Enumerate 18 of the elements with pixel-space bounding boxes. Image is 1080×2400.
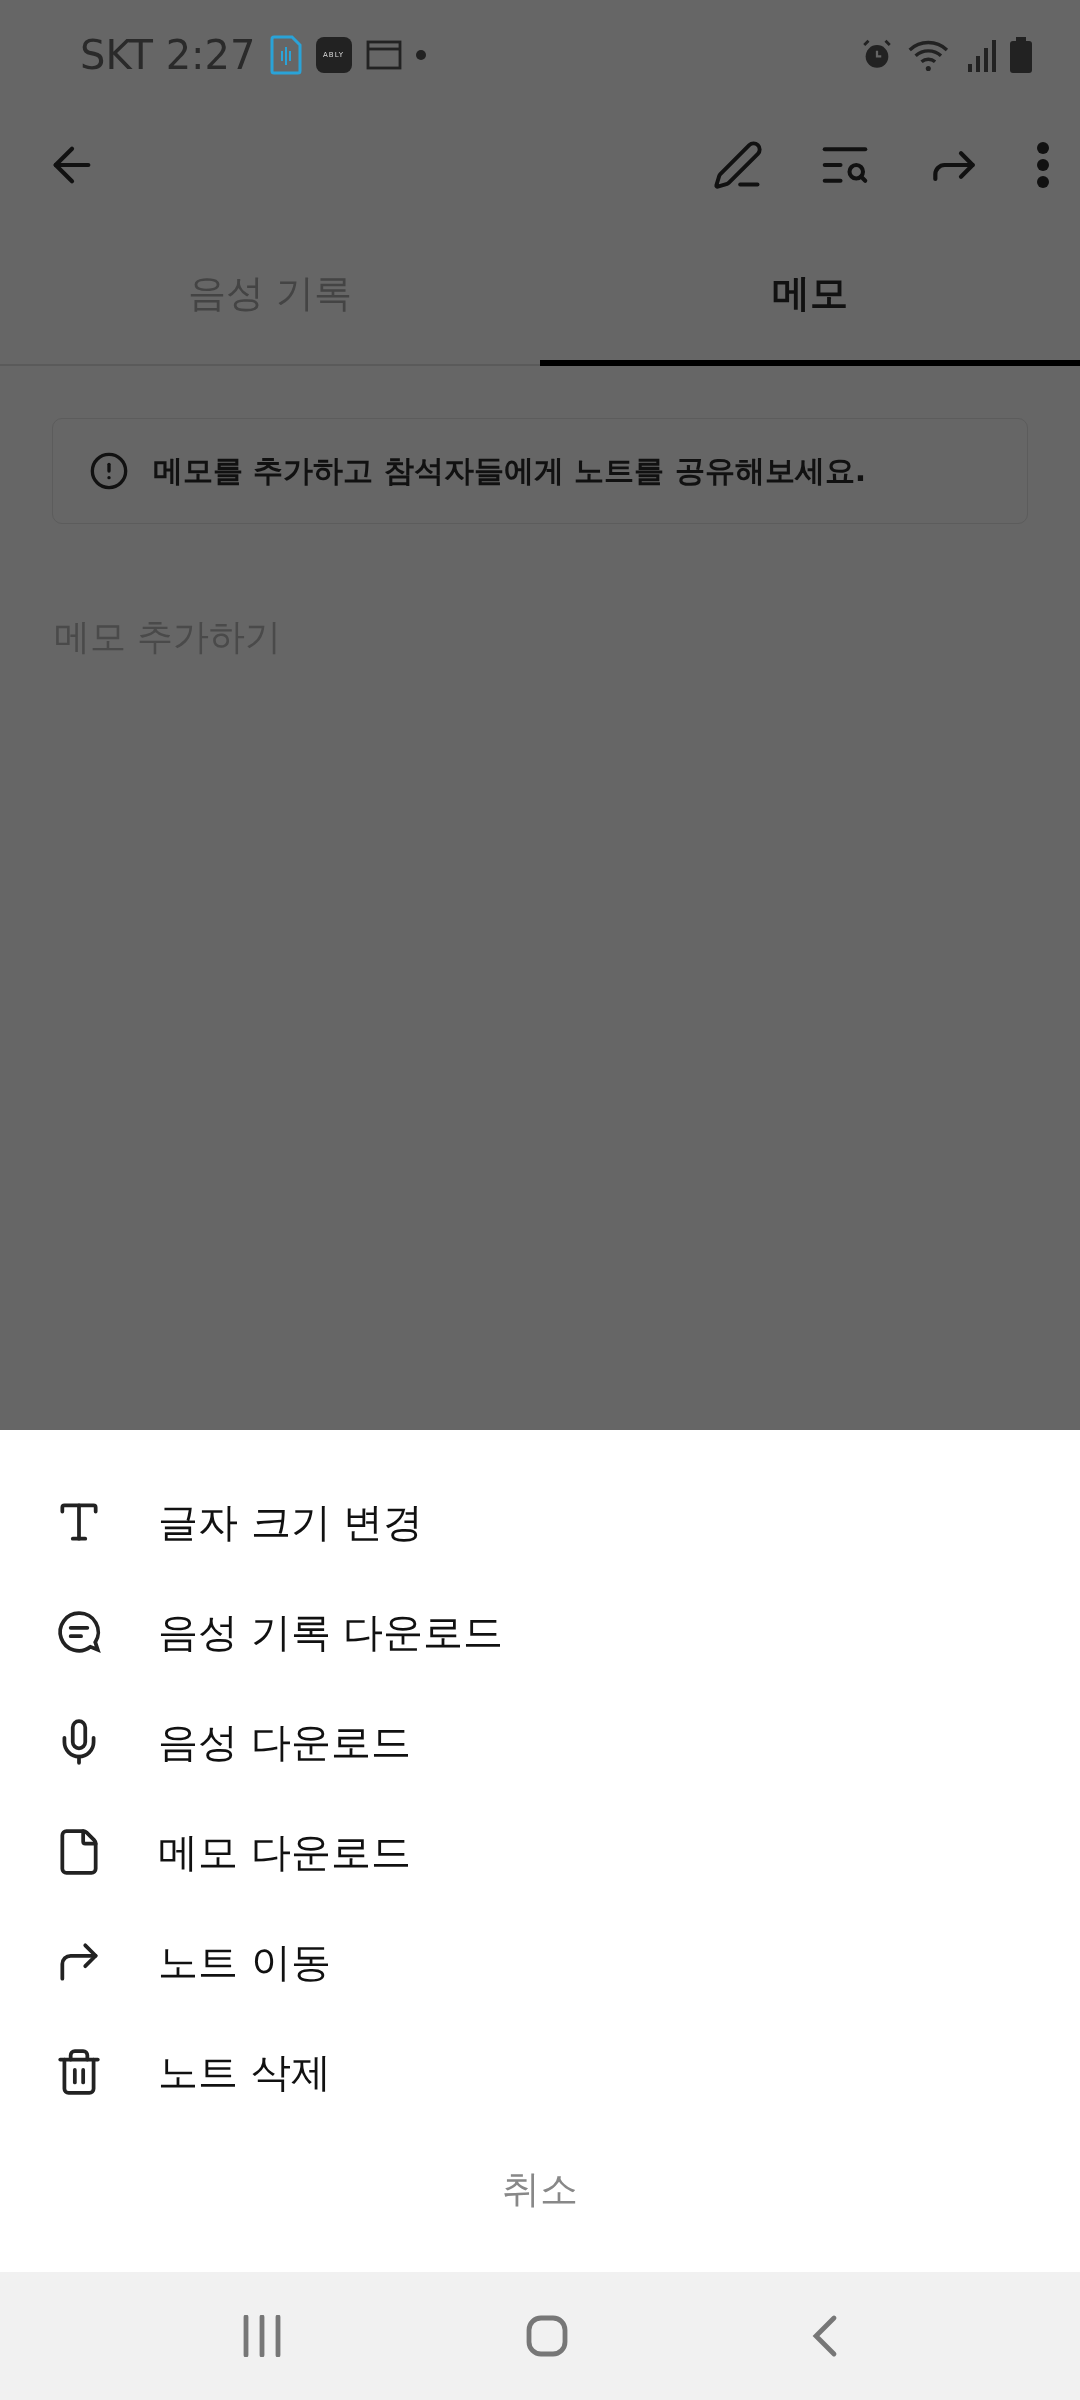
menu-item[interactable]: 글자 크기 변경 bbox=[0, 1467, 1080, 1577]
menu-item[interactable]: 음성 기록 다운로드 bbox=[0, 1577, 1080, 1687]
edit-button[interactable] bbox=[712, 139, 764, 191]
carrier-time: SKT 2:27 bbox=[80, 32, 256, 78]
dot-icon bbox=[415, 50, 426, 60]
menu-item[interactable]: 노트 삭제 bbox=[0, 2017, 1080, 2127]
menu-item[interactable]: 메모 다운로드 bbox=[0, 1797, 1080, 1907]
battery-icon bbox=[1010, 37, 1032, 73]
menu-item[interactable]: 노트 이동 bbox=[0, 1907, 1080, 2017]
menu-item[interactable]: 음성 다운로드 bbox=[0, 1687, 1080, 1797]
audio-file-icon bbox=[269, 35, 302, 75]
notice-text: 메모를 추가하고 참석자들에게 노트를 공유해보세요. bbox=[153, 451, 867, 490]
signal-icon bbox=[966, 38, 996, 72]
more-button[interactable] bbox=[1036, 141, 1050, 189]
home-button[interactable] bbox=[525, 2314, 569, 2358]
alert-icon bbox=[89, 451, 129, 491]
cancel-button[interactable]: 취소 bbox=[472, 2144, 608, 2235]
more-icon bbox=[1036, 141, 1050, 189]
